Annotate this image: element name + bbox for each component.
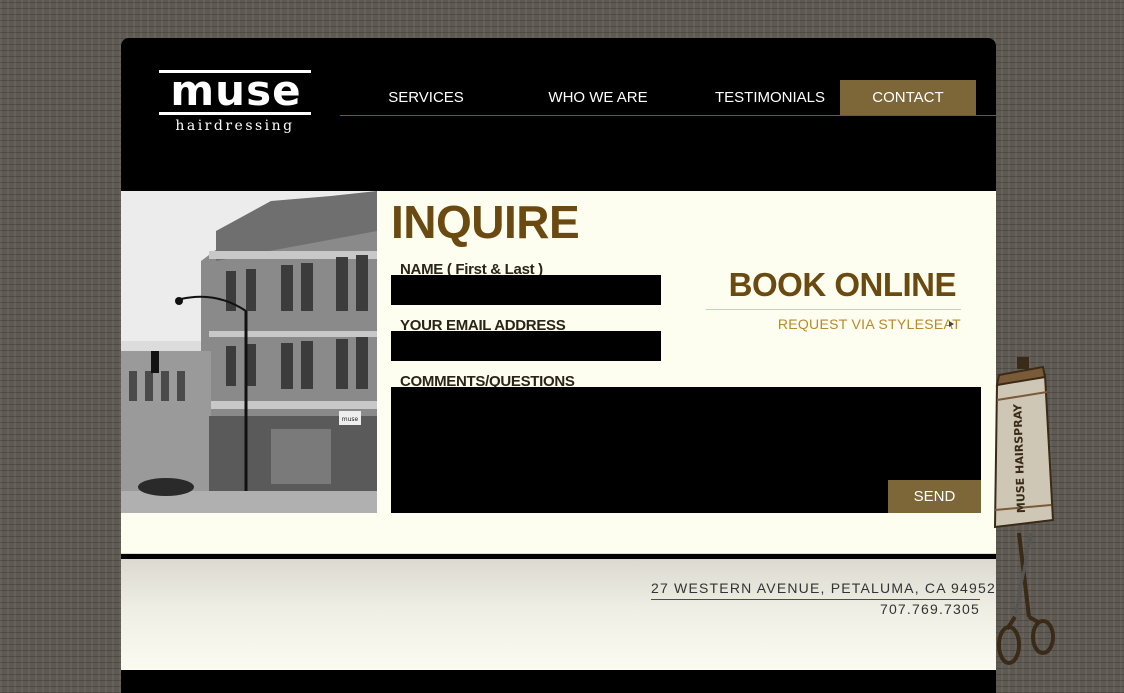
arrow-right-icon — [949, 321, 954, 327]
inquire-title: INQUIRE — [391, 196, 580, 248]
phone-text[interactable]: 707.769.7305 — [781, 601, 980, 617]
nav-item-who-we-are[interactable]: WHO WE ARE — [522, 80, 674, 115]
address-underline — [651, 599, 980, 600]
styleseat-link-label: REQUEST VIA STYLESEAT — [777, 316, 961, 332]
nav-item-contact[interactable]: CONTACT — [840, 80, 976, 115]
site-container: muse hairdressing SERVICES WHO WE ARE TE… — [121, 38, 996, 693]
footer-divider — [121, 553, 996, 554]
send-button[interactable]: SEND — [888, 480, 981, 513]
logo-word: muse — [170, 66, 302, 115]
book-online-rule — [706, 309, 961, 310]
address-text[interactable]: 27 WESTERN AVENUE, PETALUMA, CA 94952 — [651, 580, 995, 596]
book-online-title: BOOK ONLINE — [728, 266, 957, 303]
name-field[interactable] — [391, 275, 661, 305]
styleseat-link[interactable]: REQUEST VIA STYLESEAT — [721, 316, 961, 332]
nav-item-services[interactable]: SERVICES — [371, 80, 481, 115]
logo-mid-rule — [159, 112, 311, 115]
nav-underline — [340, 115, 996, 116]
storefront-photo: muse — [121, 191, 377, 513]
footer: 27 WESTERN AVENUE, PETALUMA, CA 94952 70… — [121, 559, 996, 670]
content-area: muse INQUIRE NAME ( First & Last ) YOUR … — [121, 191, 996, 553]
nav-item-testimonials[interactable]: TESTIMONIALS — [695, 80, 845, 115]
storefront-illustration: muse — [121, 191, 377, 513]
logo[interactable]: muse hairdressing — [159, 66, 311, 138]
logo-subtitle: hairdressing — [175, 118, 295, 134]
email-field[interactable] — [391, 331, 661, 361]
hairspray-scissors-decoration: MUSE HAIRSPRAY — [985, 355, 1065, 693]
hairspray-can-icon: MUSE HAIRSPRAY — [993, 357, 1055, 665]
storefront-sign: muse — [342, 416, 359, 423]
